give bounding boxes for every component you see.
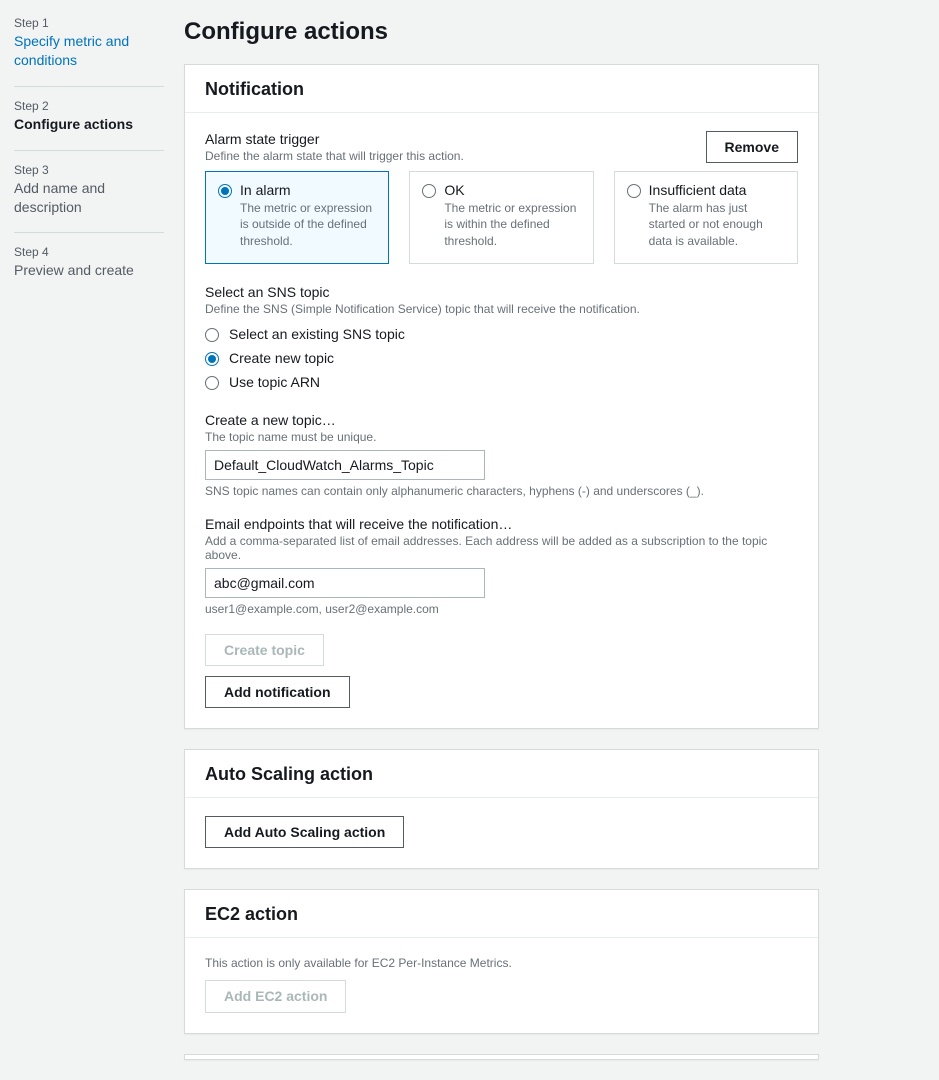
step-divider [14,86,164,87]
radio-label: Select an existing SNS topic [229,326,405,342]
step-2-num: Step 2 [14,99,164,113]
radio-icon [205,376,219,390]
notification-heading: Notification [205,79,798,100]
radio-icon [627,184,641,198]
step-2-title: Configure actions [14,115,164,134]
select-sns-topic-label: Select an SNS topic [205,284,798,300]
radio-icon [218,184,232,198]
tile-in-alarm[interactable]: In alarm The metric or expression is out… [205,171,389,264]
step-4-num: Step 4 [14,245,164,259]
topic-name-input[interactable] [205,450,485,480]
sns-topic-radio-group: Select an existing SNS topic Create new … [205,322,798,394]
topic-name-help: SNS topic names can contain only alphanu… [205,484,798,498]
radio-label: Use topic ARN [229,374,320,390]
step-divider [14,150,164,151]
create-new-topic-desc: The topic name must be unique. [205,430,798,444]
add-ec2-action-button[interactable]: Add EC2 action [205,980,346,1012]
email-endpoints-desc: Add a comma-separated list of email addr… [205,534,798,562]
radio-icon [205,328,219,342]
create-topic-button[interactable]: Create topic [205,634,324,666]
radio-use-topic-arn[interactable]: Use topic ARN [205,370,798,394]
wizard-steps-nav: Step 1 Specify metric and conditions Ste… [14,16,184,1080]
email-endpoints-input[interactable] [205,568,485,598]
tile-title: In alarm [240,182,291,198]
alarm-state-tiles: In alarm The metric or expression is out… [205,171,798,264]
ec2-info-text: This action is only available for EC2 Pe… [205,956,798,970]
email-endpoints-label: Email endpoints that will receive the no… [205,516,798,532]
tile-ok[interactable]: OK The metric or expression is within th… [409,171,593,264]
autoscaling-heading: Auto Scaling action [205,764,798,785]
step-4-title: Preview and create [14,261,164,280]
step-1-num: Step 1 [14,16,164,30]
create-new-topic-label: Create a new topic… [205,412,798,428]
tile-desc: The metric or expression is outside of t… [240,200,376,249]
page-title: Configure actions [184,18,819,46]
alarm-state-trigger-label: Alarm state trigger [205,131,464,147]
tile-insufficient-data[interactable]: Insufficient data The alarm has just sta… [614,171,798,264]
remove-button[interactable]: Remove [706,131,798,163]
radio-label: Create new topic [229,350,334,366]
ec2-panel: EC2 action This action is only available… [184,889,819,1033]
step-3-num: Step 3 [14,163,164,177]
main-content: Configure actions Notification Alarm sta… [184,16,939,1080]
step-divider [14,232,164,233]
tile-desc: The metric or expression is within the d… [444,200,580,249]
alarm-state-trigger-desc: Define the alarm state that will trigger… [205,149,464,163]
radio-icon [422,184,436,198]
radio-select-existing-sns-topic[interactable]: Select an existing SNS topic [205,322,798,346]
tile-desc: The alarm has just started or not enough… [649,200,785,249]
email-endpoints-help: user1@example.com, user2@example.com [205,602,798,616]
tile-title: OK [444,182,464,198]
autoscaling-panel: Auto Scaling action Add Auto Scaling act… [184,749,819,869]
step-1-title[interactable]: Specify metric and conditions [14,32,164,70]
ec2-heading: EC2 action [205,904,798,925]
add-notification-button[interactable]: Add notification [205,676,350,708]
radio-create-new-topic[interactable]: Create new topic [205,346,798,370]
tile-title: Insufficient data [649,182,747,198]
step-3-title: Add name and description [14,179,164,217]
next-panel-placeholder [184,1054,819,1060]
add-autoscaling-action-button[interactable]: Add Auto Scaling action [205,816,404,848]
select-sns-topic-desc: Define the SNS (Simple Notification Serv… [205,302,798,316]
notification-panel: Notification Alarm state trigger Define … [184,64,819,729]
radio-icon [205,352,219,366]
